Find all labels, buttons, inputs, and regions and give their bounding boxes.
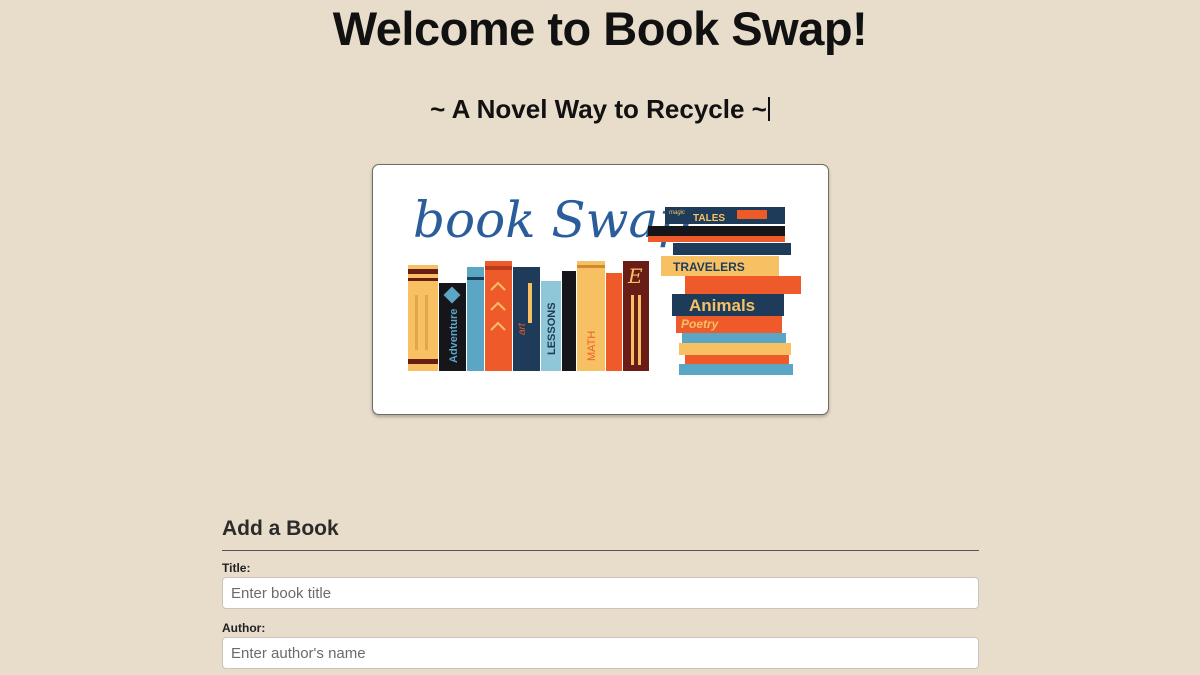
title-input[interactable] — [222, 577, 979, 609]
stacked-book — [673, 243, 791, 255]
logo-illustration: book Swap Adventure art LESSONS MATH E m… — [408, 191, 801, 375]
stacked-books: magic TALES TRAVELERS Animals Poetry — [648, 207, 801, 375]
text-caret — [767, 97, 770, 121]
book-label-e: E — [627, 264, 643, 288]
book-label-travelers: TRAVELERS — [673, 260, 745, 274]
book-label-math: MATH — [586, 331, 598, 361]
upright-books: Adventure art LESSONS MATH E — [408, 261, 649, 371]
add-book-heading: Add a Book — [222, 514, 979, 551]
subtitle-row: ~ A Novel Way to Recycle ~ — [0, 92, 1200, 126]
stacked-book — [685, 276, 801, 294]
page: Welcome to Book Swap! ~ A Novel Way to R… — [0, 0, 1200, 675]
book-label-lessons: LESSONS — [546, 302, 558, 355]
author-label: Author: — [222, 621, 266, 635]
stacked-book — [682, 333, 786, 343]
stacked-book — [685, 355, 789, 364]
book-spine — [606, 273, 622, 371]
book-spine — [467, 267, 484, 371]
book-spine — [562, 271, 576, 371]
add-book-form: Add a Book Title: Author: — [222, 514, 979, 669]
book-label-art: art — [517, 322, 528, 335]
stacked-book — [679, 364, 793, 375]
book-swap-logo: book Swap Adventure art LESSONS MATH E m… — [372, 164, 829, 415]
page-subtitle: ~ A Novel Way to Recycle ~ — [430, 94, 767, 124]
book-label-tales: TALES — [693, 213, 725, 224]
title-label: Title: — [222, 561, 251, 575]
svg-text:magic: magic — [669, 210, 685, 216]
book-label-animals: Animals — [689, 296, 755, 315]
stacked-book — [679, 343, 791, 355]
page-title: Welcome to Book Swap! — [332, 2, 868, 55]
author-input[interactable] — [222, 637, 979, 669]
book-spine — [513, 267, 540, 371]
book-label-poetry: Poetry — [681, 317, 720, 331]
book-label-adventure: Adventure — [448, 309, 460, 363]
book-spine — [485, 261, 512, 371]
